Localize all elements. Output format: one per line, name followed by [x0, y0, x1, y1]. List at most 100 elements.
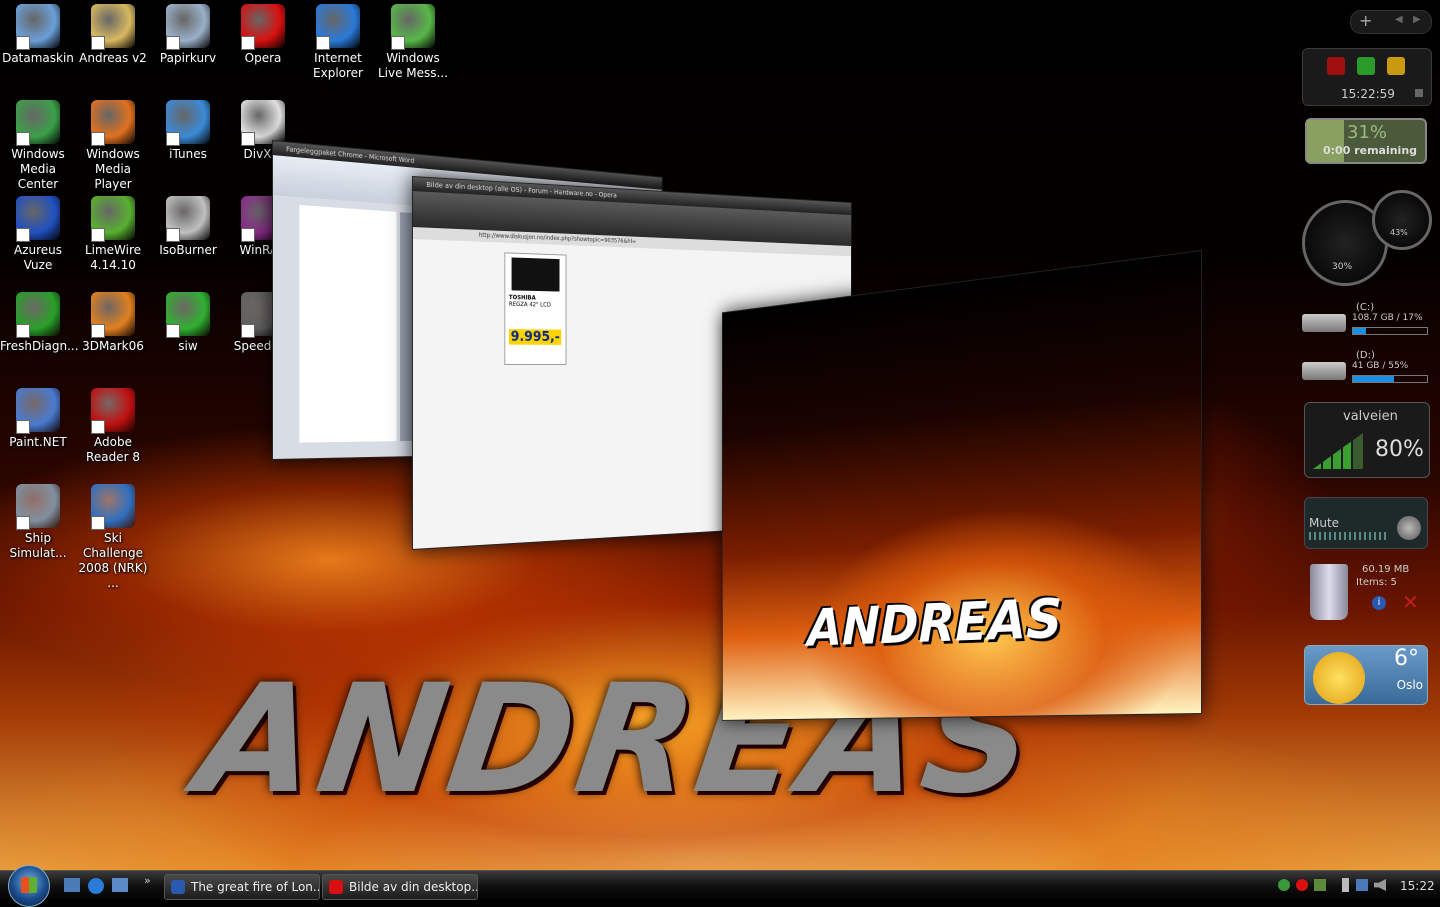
- computer-icon: [16, 4, 60, 50]
- hibernate-button[interactable]: [1387, 57, 1405, 75]
- lock-icon[interactable]: [1415, 89, 1423, 97]
- adobe-reader-icon: [91, 388, 135, 434]
- tray-icon-3[interactable]: [1314, 879, 1326, 891]
- power-clock-gadget: 15:22:59: [1302, 48, 1432, 106]
- desktop-icon-label: Adobe Reader 8: [86, 435, 140, 464]
- taskbar-button[interactable]: Bilde av din desktop...: [322, 874, 478, 900]
- folder-icon: [91, 4, 135, 50]
- desktop-icon[interactable]: Adobe Reader 8: [75, 388, 151, 465]
- desktop-icon-label: Papirkurv: [159, 51, 217, 65]
- desktop-icon-label: Internet Explorer: [313, 51, 363, 80]
- system-tray: 15:22: [1270, 871, 1440, 901]
- next-gadget-icon[interactable]: ▶: [1413, 14, 1421, 25]
- recycle-items: Items: 5: [1356, 577, 1397, 588]
- windows-orb-icon: [21, 877, 37, 893]
- taskbar-button-label: The great fire of Lon...: [191, 880, 320, 894]
- tv-ad: TOSHIBA REGZA 42" LCD 9.995,-: [504, 252, 567, 365]
- desktop-icon[interactable]: LimeWire 4.14.10: [75, 196, 151, 273]
- divx-icon: [241, 100, 285, 146]
- desktop-icon[interactable]: Opera: [225, 4, 301, 66]
- opera-tray-icon[interactable]: [1296, 879, 1308, 891]
- desktop-icon[interactable]: Windows Media Center: [0, 100, 76, 192]
- volume-label: Mute: [1309, 516, 1340, 530]
- hard-drive-icon: [1302, 314, 1346, 332]
- add-gadget-icon[interactable]: +: [1359, 11, 1372, 30]
- empty-bin-icon[interactable]: ✕: [1402, 590, 1419, 614]
- paint-net-icon: [16, 388, 60, 434]
- desktop-icon-label: siw: [178, 339, 198, 353]
- weather-temp: 6°: [1394, 646, 1419, 671]
- drive-d-bar: [1352, 375, 1428, 383]
- ie-icon: [316, 4, 360, 50]
- desktop-icon[interactable]: Andreas v2: [75, 4, 151, 66]
- siw-icon: [166, 292, 210, 338]
- desktop-icon[interactable]: 3DMark06: [75, 292, 151, 354]
- desktop-icon[interactable]: Windows Media Player: [75, 100, 151, 192]
- desktop-icon[interactable]: iTunes: [150, 100, 226, 162]
- info-icon[interactable]: i: [1372, 596, 1386, 610]
- desktop-icon[interactable]: Windows Live Mess...: [375, 4, 451, 81]
- wifi-gadget: valveien 80%: [1304, 402, 1430, 478]
- ram-percent: 43%: [1390, 228, 1408, 237]
- tray-icon-1[interactable]: [1278, 879, 1290, 891]
- taskbar-clock[interactable]: 15:22: [1400, 879, 1435, 893]
- desktop-icon[interactable]: Datamaskin: [0, 4, 76, 66]
- quick-launch: »: [64, 874, 154, 894]
- wifi-percent: 80%: [1375, 437, 1424, 462]
- battery-remaining: 0:00 remaining: [1323, 144, 1418, 157]
- volume-knob-icon[interactable]: [1397, 516, 1421, 540]
- clock-time: 15:22:59: [1341, 87, 1395, 101]
- shutdown-button[interactable]: [1327, 57, 1345, 75]
- show-desktop-icon[interactable]: [64, 878, 80, 892]
- volume-tray-icon[interactable]: [1374, 879, 1386, 891]
- signal-bars-icon: [1313, 433, 1363, 469]
- prev-gadget-icon[interactable]: ◀: [1395, 14, 1403, 25]
- desktop-icon[interactable]: Internet Explorer: [300, 4, 376, 81]
- desktop-icon[interactable]: Ship Simulat...: [0, 484, 76, 561]
- desktop-window-preview[interactable]: ANDREAS: [721, 250, 1202, 721]
- recycle-bin-icon[interactable]: [1310, 564, 1348, 620]
- limewire-icon: [91, 196, 135, 242]
- network-tray-icon[interactable]: [1356, 879, 1368, 891]
- tv-image: [511, 257, 560, 292]
- taskbar-button[interactable]: The great fire of Lon...: [164, 874, 320, 900]
- desktop-icon[interactable]: Azureus Vuze: [0, 196, 76, 273]
- start-button[interactable]: [8, 865, 50, 907]
- ie-icon[interactable]: [88, 878, 104, 894]
- desktop-preview-text: ANDREAS: [807, 587, 1063, 659]
- weather-city: Oslo: [1396, 678, 1423, 692]
- sun-icon: [1313, 652, 1365, 704]
- itunes-icon: [166, 100, 210, 146]
- wifi-name: valveien: [1343, 409, 1398, 424]
- drive-d-gadget: (D:) 41 GB / 55%: [1300, 348, 1430, 388]
- desktop-icon-label: iTunes: [169, 147, 207, 161]
- opera-icon: [329, 880, 343, 894]
- word-icon: [171, 880, 185, 894]
- desktop-icon-label: Ship Simulat...: [9, 531, 67, 560]
- desktop-icon[interactable]: siw: [150, 292, 226, 354]
- messenger-icon: [391, 4, 435, 50]
- desktop-icon[interactable]: IsoBurner: [150, 196, 226, 258]
- cpu-percent: 30%: [1332, 262, 1353, 272]
- drive-d-label: (D:): [1356, 350, 1375, 361]
- battery-percent: 31%: [1347, 122, 1388, 143]
- desktop-icon-label: Windows Media Player: [86, 147, 140, 191]
- media-center-icon: [16, 100, 60, 146]
- drive-c-fill: [1353, 328, 1366, 334]
- restart-button[interactable]: [1357, 57, 1375, 75]
- volume-gadget: Mute: [1304, 497, 1428, 549]
- switch-windows-icon[interactable]: [112, 878, 128, 892]
- desktop-icon[interactable]: Paint.NET: [0, 388, 76, 450]
- desktop-icon-label: FreshDiagn...: [0, 339, 79, 353]
- desktop-icon[interactable]: Papirkurv: [150, 4, 226, 66]
- drive-d-fill: [1353, 376, 1394, 382]
- sidebar-toolbar: + ◀ ▶: [1350, 10, 1432, 34]
- media-player-icon: [91, 100, 135, 146]
- desktop-icon[interactable]: Ski Challenge 2008 (NRK) ...: [75, 484, 151, 591]
- volume-bars[interactable]: [1309, 532, 1389, 540]
- chevron-icon[interactable]: »: [144, 874, 151, 887]
- desktop-icon[interactable]: FreshDiagn...: [0, 292, 79, 354]
- battery-gadget: 31% 0:00 remaining: [1305, 118, 1427, 164]
- battery-tray-icon[interactable]: [1342, 878, 1349, 892]
- ski-challenge-icon: [91, 484, 135, 530]
